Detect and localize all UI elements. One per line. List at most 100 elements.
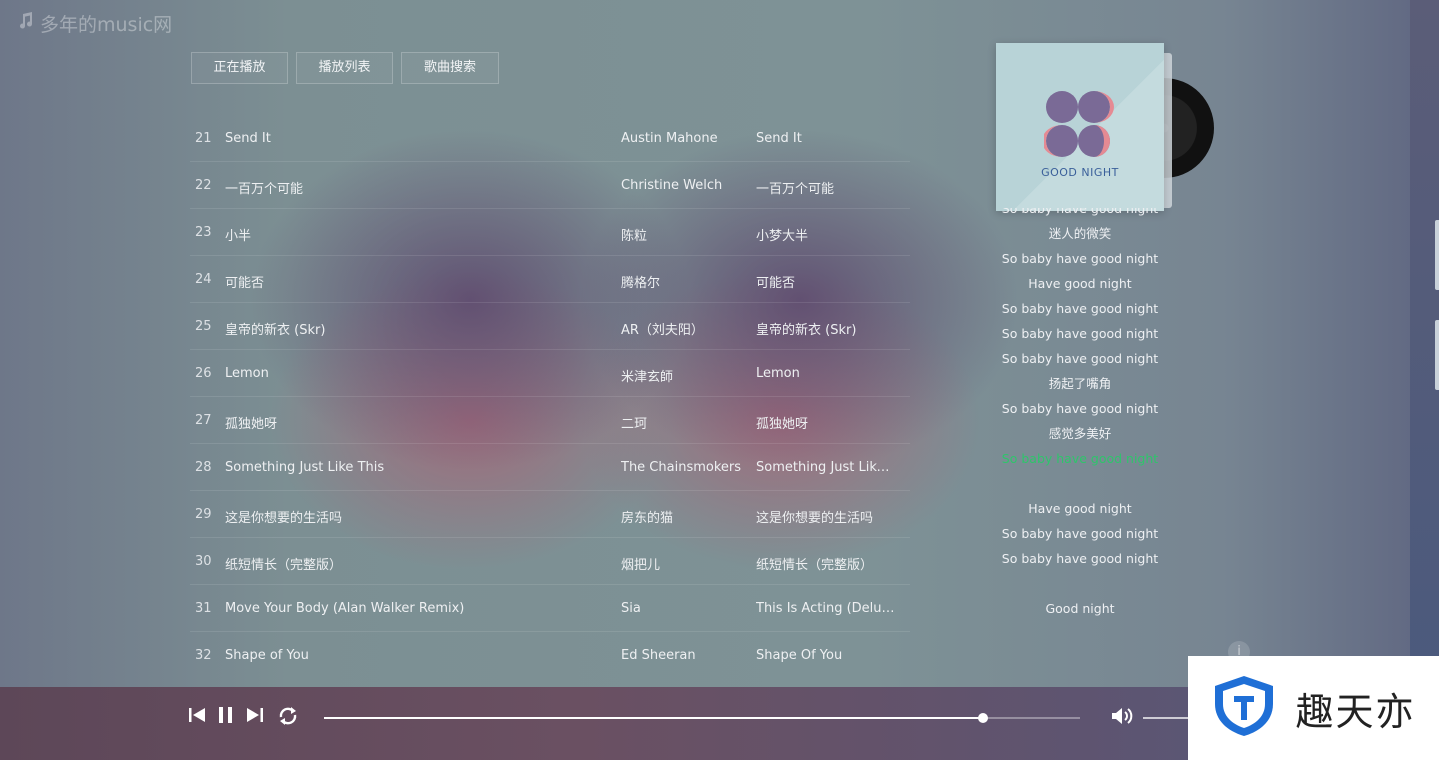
song-album: 这是你想要的生活吗: [756, 511, 874, 526]
song-album: Lemon: [756, 366, 800, 381]
song-artist: 米津玄師: [621, 370, 674, 385]
lyric-line: So baby have good night: [1001, 301, 1159, 316]
shield-logo-icon: [1211, 674, 1277, 742]
lyric-line: 迷人的微笑: [1048, 226, 1112, 241]
song-artist: Sia: [621, 601, 641, 616]
song-number: 25: [195, 319, 212, 334]
song-number: 32: [195, 648, 212, 663]
song-album: 纸短情长（完整版）: [756, 558, 874, 573]
song-row[interactable]: 27 孤独她呀 二珂 孤独她呀: [190, 397, 910, 444]
song-title: Send It: [225, 131, 271, 146]
song-artist: 腾格尔: [621, 276, 661, 291]
song-artist: AR（刘夫阳）: [621, 323, 704, 338]
song-artist: Christine Welch: [621, 178, 723, 193]
song-title: Something Just Like This: [225, 460, 385, 475]
song-title: 小半: [225, 229, 252, 244]
lyric-line: [990, 471, 1170, 496]
lyric-line: Have good night: [1028, 276, 1132, 291]
song-number: 30: [195, 554, 212, 569]
song-title: 纸短情长（完整版）: [225, 558, 343, 573]
side-tab-1[interactable]: [1435, 220, 1439, 290]
song-row[interactable]: 32 Shape of You Ed Sheeran Shape Of You: [190, 632, 910, 678]
song-number: 31: [195, 601, 212, 616]
song-artist: 房东的猫: [621, 511, 674, 526]
song-title: 一百万个可能: [225, 182, 304, 197]
song-number: 21: [195, 131, 212, 146]
lyric-line: Have good night: [1028, 501, 1132, 516]
song-number: 24: [195, 272, 212, 287]
song-number: 26: [195, 366, 212, 381]
watermark-badge: 趣天亦: [1188, 656, 1439, 760]
song-album: 小梦大半: [756, 229, 809, 244]
lyric-line: Good night: [1045, 601, 1115, 616]
song-album: This Is Acting (Deluxe...: [756, 601, 896, 616]
cover-art: [1044, 91, 1114, 157]
lyric-line: 感觉多美好: [1048, 426, 1112, 441]
song-row[interactable]: 25 皇帝的新衣 (Skr) AR（刘夫阳） 皇帝的新衣 (Skr): [190, 303, 910, 350]
song-title: 可能否: [225, 276, 265, 291]
lyric-line: So baby have good night: [1001, 551, 1159, 566]
tab-song-search[interactable]: 歌曲搜索: [401, 52, 499, 84]
prev-icon[interactable]: [187, 705, 207, 729]
lyric-line: [990, 571, 1170, 596]
song-list: 21 Send It Austin Mahone Send It 22 一百万个可能 Chr…: [190, 115, 910, 678]
song-row[interactable]: 23 小半 陈粒 小梦大半: [190, 209, 910, 256]
song-row[interactable]: 22 一百万个可能 Christine Welch 一百万个可能: [190, 162, 910, 209]
lyric-line: 扬起了嘴角: [1048, 376, 1112, 391]
song-title: Shape of You: [225, 648, 309, 663]
album-cover-area: GOOD NIGHT: [996, 43, 1214, 213]
lyric-line: So baby have good night: [1001, 326, 1159, 341]
right-edge-panel: [1410, 0, 1439, 690]
song-artist: 烟把儿: [621, 558, 661, 573]
tab-now-playing[interactable]: 正在播放: [191, 52, 288, 84]
progress-knob[interactable]: [978, 713, 989, 723]
next-icon[interactable]: [245, 705, 265, 729]
song-artist: 二珂: [621, 417, 648, 432]
tab-playlist[interactable]: 播放列表: [296, 52, 393, 84]
song-row[interactable]: 29 这是你想要的生活吗 房东的猫 这是你想要的生活吗: [190, 491, 910, 538]
logo-text: 多年的music网: [40, 14, 173, 36]
song-artist: Austin Mahone: [621, 131, 718, 146]
volume-icon[interactable]: [1110, 705, 1134, 731]
song-album: 孤独她呀: [756, 417, 809, 432]
song-album: 皇帝的新衣 (Skr): [756, 323, 857, 338]
music-note-icon: [18, 12, 34, 35]
progress-fill: [324, 717, 984, 719]
lyric-line: So baby have good night: [1001, 401, 1159, 416]
song-album: 可能否: [756, 276, 796, 291]
song-row[interactable]: 24 可能否 腾格尔 可能否: [190, 256, 910, 303]
song-title: 这是你想要的生活吗: [225, 511, 343, 526]
lyric-line: So baby have good night: [1001, 251, 1159, 266]
song-album: Something Just Like T...: [756, 460, 896, 475]
song-number: 28: [195, 460, 212, 475]
song-title: 皇帝的新衣 (Skr): [225, 323, 326, 338]
site-logo[interactable]: 多年的music网: [18, 10, 172, 37]
song-album: Shape Of You: [756, 648, 843, 663]
volume-slider[interactable]: [1143, 717, 1189, 719]
tab-bar: 正在播放 播放列表 歌曲搜索: [191, 52, 499, 84]
song-row[interactable]: 30 纸短情长（完整版） 烟把儿 纸短情长（完整版）: [190, 538, 910, 585]
album-cover: GOOD NIGHT: [996, 43, 1164, 211]
song-row[interactable]: 28 Something Just Like This The Chainsmoke…: [190, 444, 910, 491]
song-artist: The Chainsmokers: [621, 460, 742, 475]
cover-caption: GOOD NIGHT: [1041, 166, 1119, 179]
song-row[interactable]: 31 Move Your Body (Alan Walker Remix) Sia T…: [190, 585, 910, 632]
lyric-line: So baby have good night: [1001, 526, 1159, 541]
song-album: Send It: [756, 131, 802, 146]
song-number: 23: [195, 225, 212, 240]
lyric-line: So baby have good night: [1001, 351, 1159, 366]
song-number: 22: [195, 178, 212, 193]
lyric-line-active: So baby have good night: [1001, 451, 1159, 466]
progress-bar[interactable]: [324, 713, 1080, 723]
song-number: 29: [195, 507, 212, 522]
lyric-line: So baby have good night: [1001, 208, 1159, 216]
song-row[interactable]: 21 Send It Austin Mahone Send It: [190, 115, 910, 162]
pause-icon[interactable]: [217, 705, 235, 729]
repeat-icon[interactable]: [276, 705, 300, 731]
song-row[interactable]: 26 Lemon 米津玄師 Lemon: [190, 350, 910, 397]
song-album: 一百万个可能: [756, 182, 835, 197]
song-artist: 陈粒: [621, 229, 648, 244]
song-title: Lemon: [225, 366, 269, 381]
song-artist: Ed Sheeran: [621, 648, 696, 663]
side-tab-2[interactable]: [1435, 320, 1439, 390]
